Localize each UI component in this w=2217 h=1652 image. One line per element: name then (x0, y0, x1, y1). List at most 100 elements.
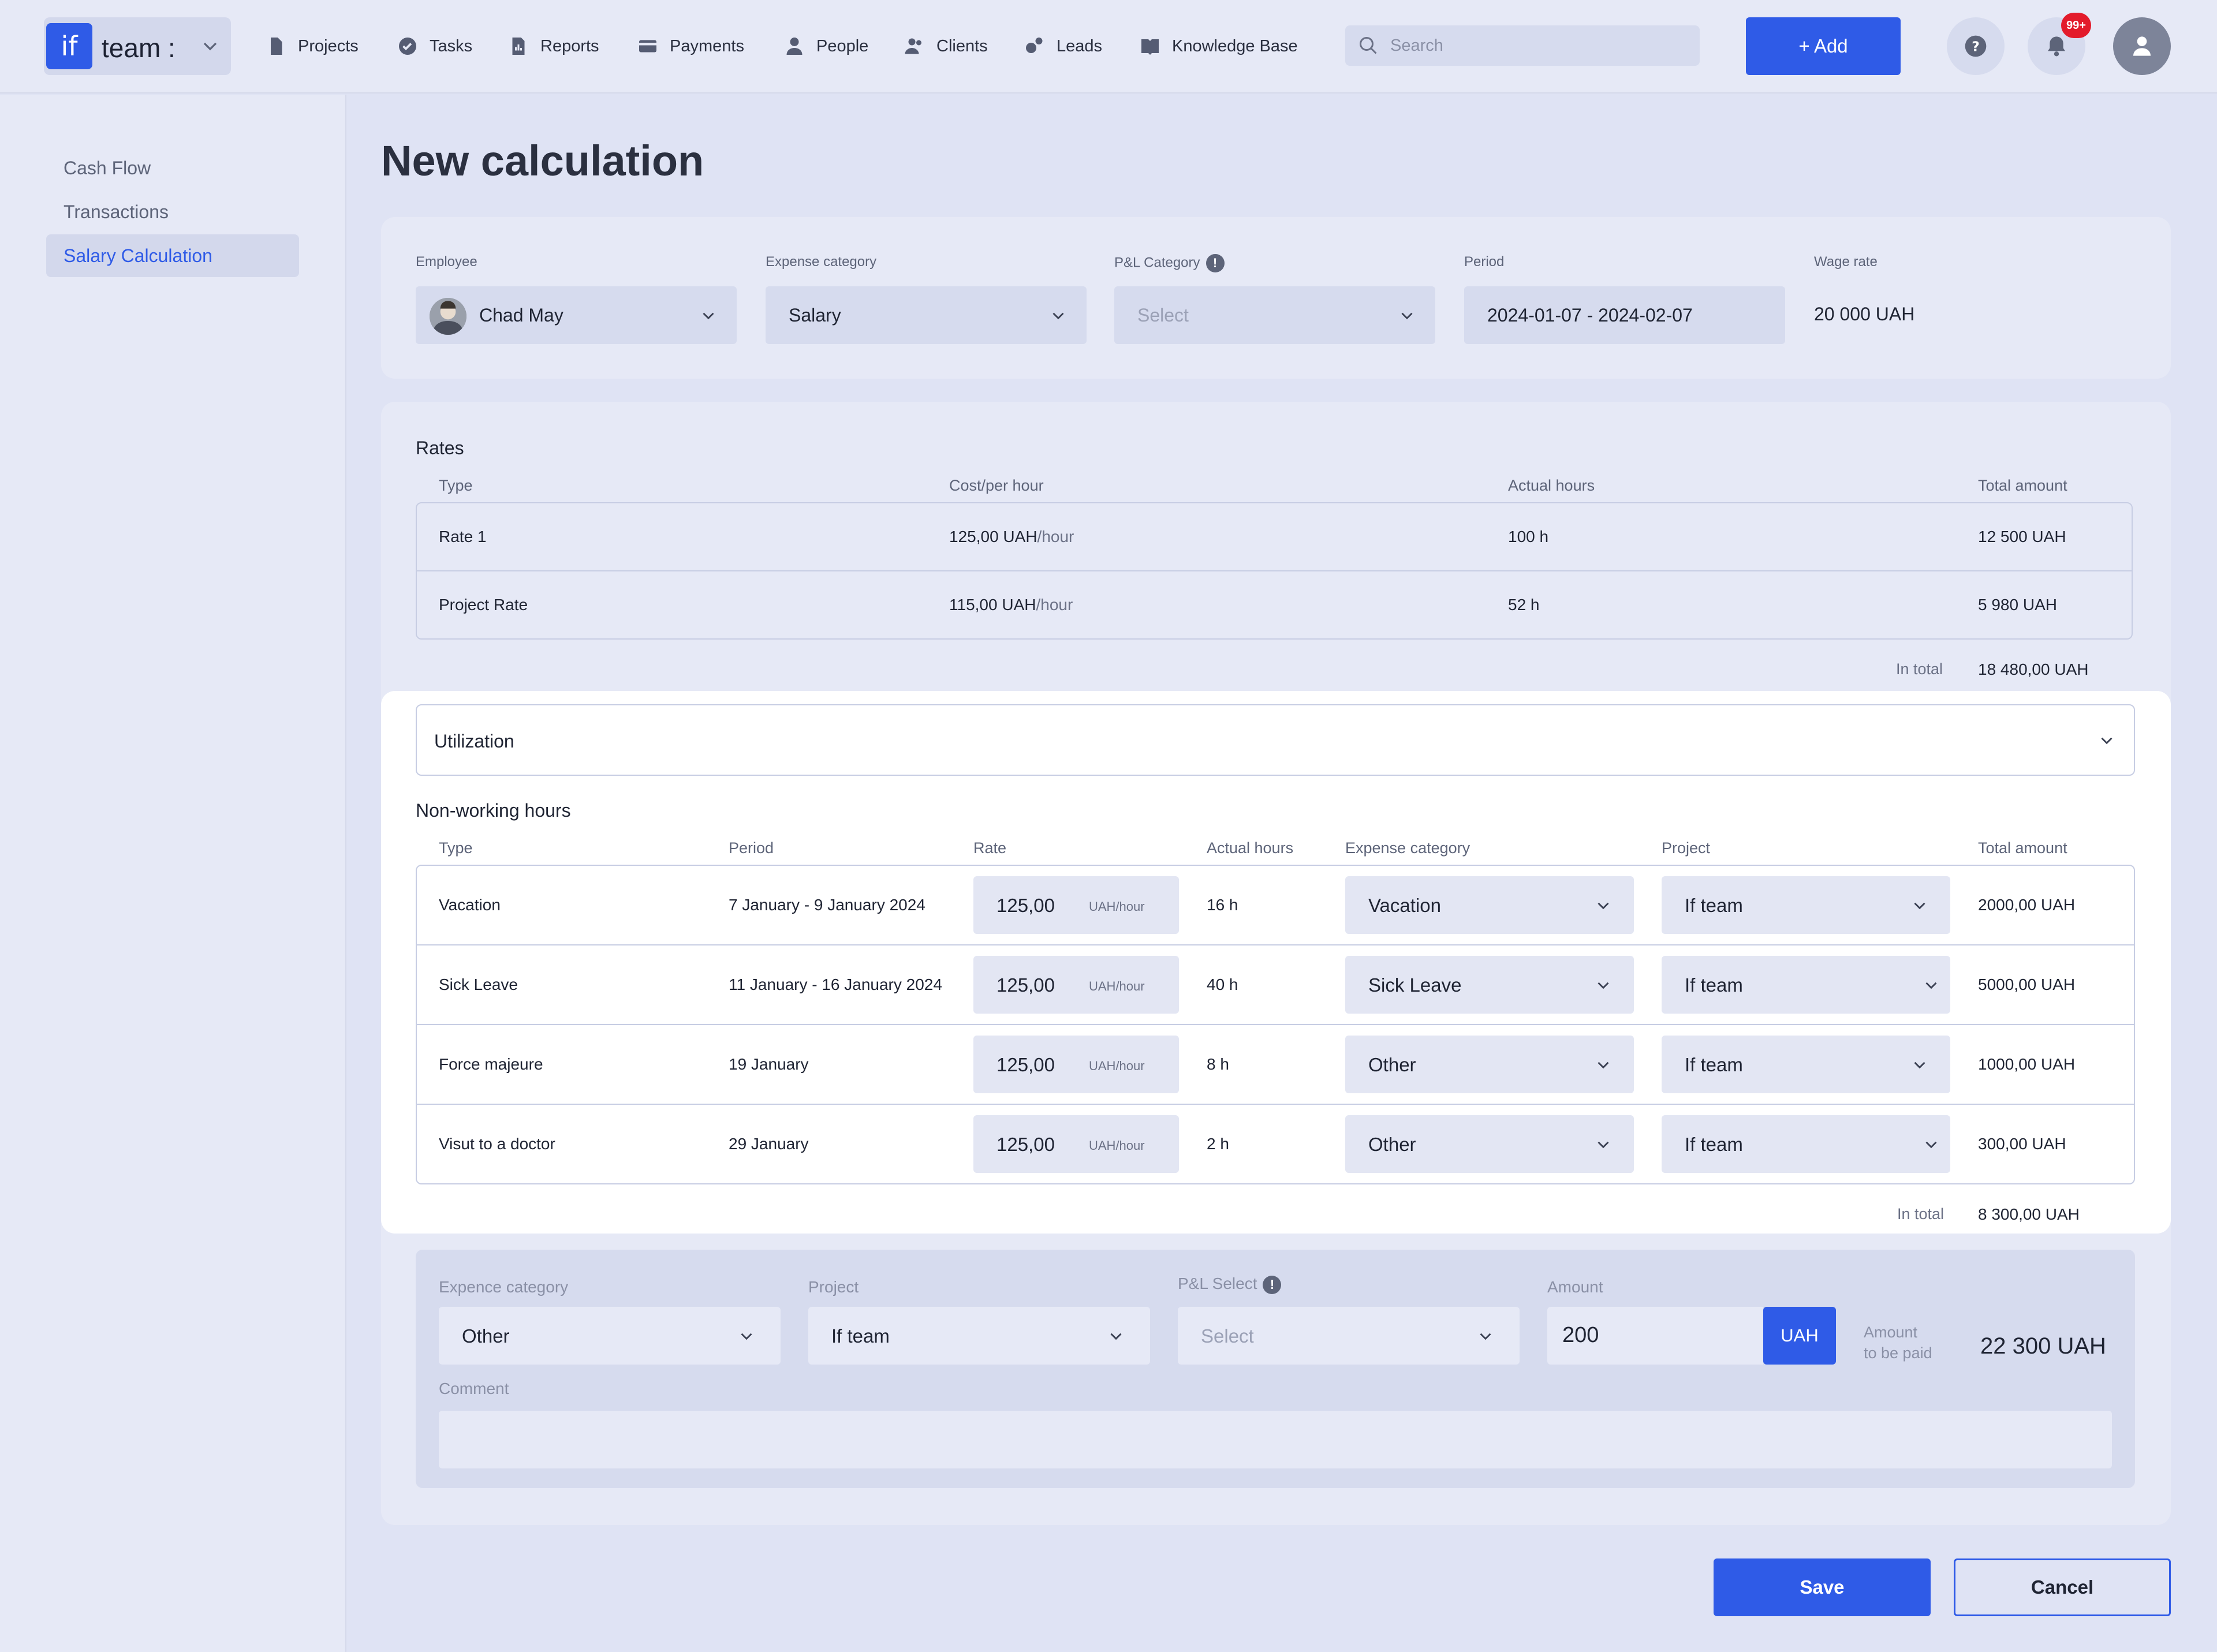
utilization-accordion[interactable]: Utilization (416, 704, 2135, 776)
nw-rate-value: 125,00 (996, 974, 1055, 996)
rates-col-total: Total amount (1978, 477, 2067, 494)
nav-payments-label: Payments (670, 36, 744, 55)
search-icon (1360, 37, 1377, 54)
pl-category-label: P&L Category (1114, 255, 1200, 271)
nw-total-label: In total (1897, 1205, 1944, 1223)
info-icon: ! (1263, 1275, 1282, 1294)
nav-payments[interactable]: Payments (637, 29, 744, 63)
employee-label: Employee (416, 254, 477, 270)
people-icon (905, 38, 921, 54)
nw-total: 300,00 UAH (1978, 1135, 2066, 1153)
chevron-down-icon (203, 42, 217, 51)
card-icon (639, 40, 656, 53)
nw-hours: 8 h (1207, 1055, 1229, 1073)
period-field[interactable]: 2024-01-07 - 2024-02-07 (1464, 286, 1785, 344)
cancel-button[interactable]: Cancel (1954, 1558, 2171, 1616)
currency-button[interactable]: UAH (1763, 1307, 1836, 1365)
extra-project-label: Project (808, 1278, 859, 1296)
workspace-switcher[interactable]: if team : (44, 17, 231, 75)
book-icon (1141, 39, 1159, 55)
nav-reports[interactable]: Reports (508, 29, 599, 63)
period-value: 2024-01-07 - 2024-02-07 (1487, 305, 1693, 326)
nw-rate-input[interactable]: 125,00 UAH/hour (973, 876, 1179, 934)
nw-rate-input[interactable]: 125,00 UAH/hour (973, 1036, 1179, 1093)
rate-cost: 125,00 UAH/hour (949, 528, 1074, 546)
nav-knowledge-base[interactable]: Knowledge Base (1140, 29, 1298, 63)
nw-col-period: Period (729, 839, 774, 857)
nw-total: 2000,00 UAH (1978, 896, 2076, 914)
sidebar (0, 95, 346, 1652)
add-button[interactable]: + Add (1746, 17, 1901, 75)
chevron-down-icon (2101, 737, 2113, 745)
rate-cost-value: 115,00 UAH (949, 596, 1036, 614)
brand-name: team : (102, 33, 176, 63)
nav-people[interactable]: People (784, 29, 868, 63)
nw-period: 7 January - 9 January 2024 (729, 896, 925, 914)
nav-knowledge-base-label: Knowledge Base (1172, 36, 1298, 55)
nw-project-value: If team (1685, 974, 1743, 996)
nav-clients[interactable]: Clients (904, 29, 988, 63)
nw-col-type: Type (439, 839, 473, 857)
rates-total-value: 18 480,00 UAH (1978, 660, 2089, 678)
employee-avatar (430, 298, 466, 335)
nw-expense-select[interactable]: Vacation (1345, 876, 1634, 934)
nw-type: Vacation (439, 896, 501, 914)
sidebar-item-cash-flow[interactable]: Cash Flow (46, 147, 299, 189)
extra-project-value: If team (831, 1325, 890, 1347)
nw-project-select[interactable]: If team (1662, 1036, 1950, 1093)
nav-projects[interactable]: Projects (266, 29, 359, 63)
amount-to-be-paid-label: Amount to be paid (1864, 1322, 1932, 1363)
nw-rate-value: 125,00 (996, 1054, 1055, 1075)
expense-category-select[interactable]: Salary (766, 286, 1087, 344)
chevron-down-icon (1914, 902, 1925, 910)
help-button[interactable]: ? (1947, 17, 2005, 75)
rate-type: Rate 1 (439, 528, 487, 545)
nw-expense-select[interactable]: Sick Leave (1345, 956, 1634, 1014)
nw-expense-value: Other (1368, 1134, 1416, 1155)
chevron-down-icon (1925, 982, 1937, 989)
chevron-down-icon (1598, 902, 1609, 910)
nav-tasks[interactable]: Tasks (397, 29, 472, 63)
amount-to-be-paid-line1: Amount (1864, 1324, 1918, 1341)
chevron-down-icon (1480, 1333, 1491, 1340)
rates-col-type: Type (439, 477, 473, 494)
pl-category-select[interactable]: Select (1114, 286, 1435, 344)
nw-col-total: Total amount (1978, 839, 2067, 857)
nw-expense-value: Other (1368, 1054, 1416, 1075)
employee-select[interactable]: Chad May (416, 286, 737, 344)
nw-project-select[interactable]: If team (1662, 1115, 1950, 1173)
search-input[interactable] (1390, 25, 1690, 66)
nw-project-select[interactable]: If team (1662, 876, 1950, 934)
nw-project-value: If team (1685, 1134, 1743, 1155)
sidebar-item-transactions[interactable]: Transactions (46, 190, 299, 233)
nw-hours: 2 h (1207, 1135, 1229, 1153)
rate-total: 12 500 UAH (1978, 528, 2066, 545)
nw-rate-unit: UAH/hour (1089, 979, 1145, 993)
extra-project-select[interactable]: If team (808, 1307, 1150, 1365)
comment-input[interactable] (439, 1411, 2112, 1468)
sidebar-item-salary-calculation[interactable]: Salary Calculation (46, 234, 299, 277)
chevron-down-icon (1598, 1062, 1609, 1069)
extra-expense-label: Expence category (439, 1278, 569, 1296)
user-avatar[interactable] (2113, 17, 2171, 75)
utilization-label: Utilization (434, 731, 514, 752)
nw-col-project: Project (1662, 839, 1711, 857)
rate-hours: 100 h (1508, 528, 1549, 545)
notification-badge: 99+ (2061, 13, 2091, 38)
nw-expense-select[interactable]: Other (1345, 1036, 1634, 1093)
nw-hours: 16 h (1207, 896, 1238, 914)
nw-expense-select[interactable]: Other (1345, 1115, 1634, 1173)
extra-pl-select[interactable]: Select (1178, 1307, 1520, 1365)
nav-leads[interactable]: Leads (1024, 29, 1102, 63)
search-box (1345, 25, 1700, 66)
nw-rate-unit: UAH/hour (1089, 1138, 1145, 1153)
nw-total: 1000,00 UAH (1978, 1055, 2076, 1073)
extra-expense-select[interactable]: Other (439, 1307, 781, 1365)
nw-project-select[interactable]: If team (1662, 956, 1950, 1014)
row-divider (417, 570, 2132, 571)
save-button[interactable]: Save (1714, 1558, 1931, 1616)
nw-rate-input[interactable]: 125,00 UAH/hour (973, 956, 1179, 1014)
amount-input[interactable]: 200 (1547, 1307, 1763, 1365)
nw-rate-input[interactable]: 125,00 UAH/hour (973, 1115, 1179, 1173)
amount-to-be-paid-line2: to be paid (1864, 1344, 1932, 1362)
